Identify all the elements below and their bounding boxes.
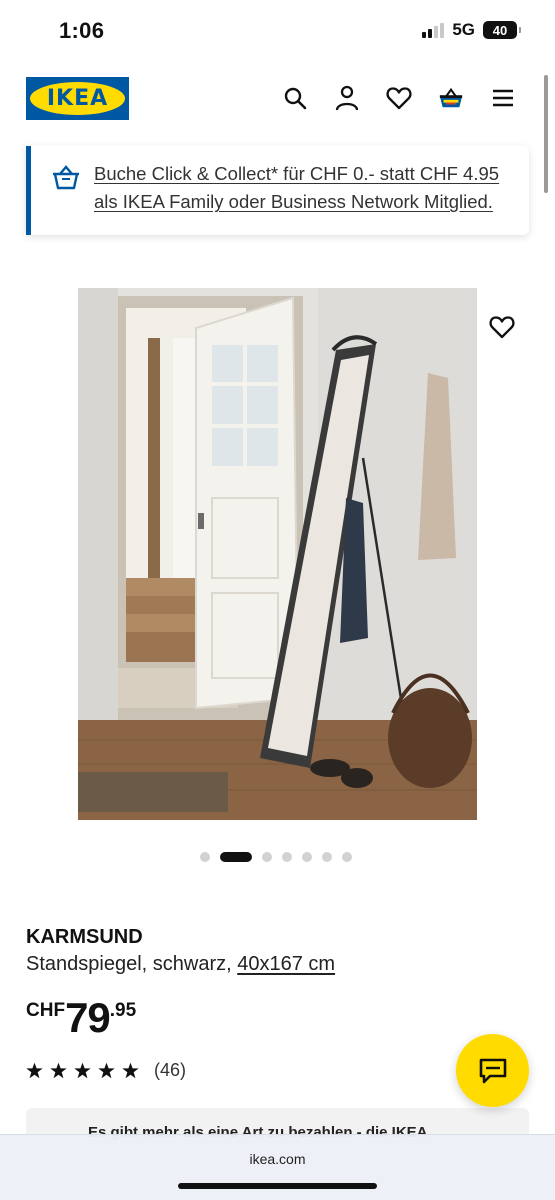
image-carousel-dots: [200, 852, 352, 862]
carousel-dot[interactable]: [200, 852, 210, 862]
price-integer: 79: [65, 994, 111, 1041]
click-collect-banner[interactable]: Buche Click & Collect* für CHF 0.- statt…: [26, 146, 529, 235]
banner-link[interactable]: Buche Click & Collect* für CHF 0.- statt…: [94, 160, 519, 216]
status-bar: 1:06 5G 40: [0, 0, 555, 62]
product-price: CHF 79 .95: [26, 996, 136, 1040]
home-indicator[interactable]: [178, 1183, 377, 1189]
carousel-dot-active[interactable]: [220, 852, 252, 862]
ikea-logo[interactable]: IKEA: [26, 77, 129, 120]
shopping-bag-icon[interactable]: [438, 84, 464, 112]
product-description: Standspiegel, schwarz, 40x167 cm: [26, 953, 335, 976]
status-indicators: 5G 40: [422, 20, 521, 40]
chat-icon: [479, 1058, 506, 1083]
page-scrollbar[interactable]: [544, 75, 548, 193]
star-icon: [98, 1062, 115, 1079]
carousel-dot[interactable]: [282, 852, 292, 862]
carousel-dot[interactable]: [262, 852, 272, 862]
star-icon: [26, 1062, 43, 1079]
product-rating[interactable]: (46): [26, 1060, 186, 1081]
star-icon: [50, 1062, 67, 1079]
shopping-basket-icon: [51, 165, 81, 191]
star-icon: [74, 1062, 91, 1079]
logo-text: IKEA: [46, 86, 109, 111]
carousel-dot[interactable]: [302, 852, 312, 862]
carousel-dot[interactable]: [322, 852, 332, 862]
product-name: KARMSUND: [26, 926, 143, 948]
site-header: IKEA: [0, 62, 555, 134]
browser-address-bar[interactable]: ikea.com: [0, 1134, 555, 1200]
header-actions: [282, 84, 516, 112]
logo-oval: IKEA: [30, 82, 125, 115]
rating-count: (46): [154, 1060, 187, 1080]
heart-icon: [489, 316, 515, 339]
add-to-wishlist-button[interactable]: [487, 312, 517, 342]
browser-url[interactable]: ikea.com: [0, 1151, 555, 1167]
search-icon[interactable]: [282, 84, 308, 112]
product-size-link[interactable]: 40x167 cm: [237, 953, 335, 975]
price-decimal: .95: [109, 1000, 137, 1021]
signal-icon: [422, 22, 445, 38]
rating-stars: [26, 1062, 139, 1079]
battery-icon: 40: [483, 21, 521, 39]
battery-level: 40: [492, 22, 508, 38]
status-time: 1:06: [59, 18, 105, 43]
star-icon: [122, 1062, 139, 1079]
product-description-text: Standspiegel, schwarz,: [26, 953, 238, 975]
account-icon[interactable]: [334, 84, 360, 112]
product-image[interactable]: [78, 288, 477, 820]
carousel-dot[interactable]: [342, 852, 352, 862]
chat-button[interactable]: [456, 1034, 529, 1107]
network-label: 5G: [452, 20, 475, 39]
menu-icon[interactable]: [490, 84, 516, 112]
heart-icon[interactable]: [386, 84, 412, 112]
price-currency: CHF: [26, 1000, 66, 1021]
